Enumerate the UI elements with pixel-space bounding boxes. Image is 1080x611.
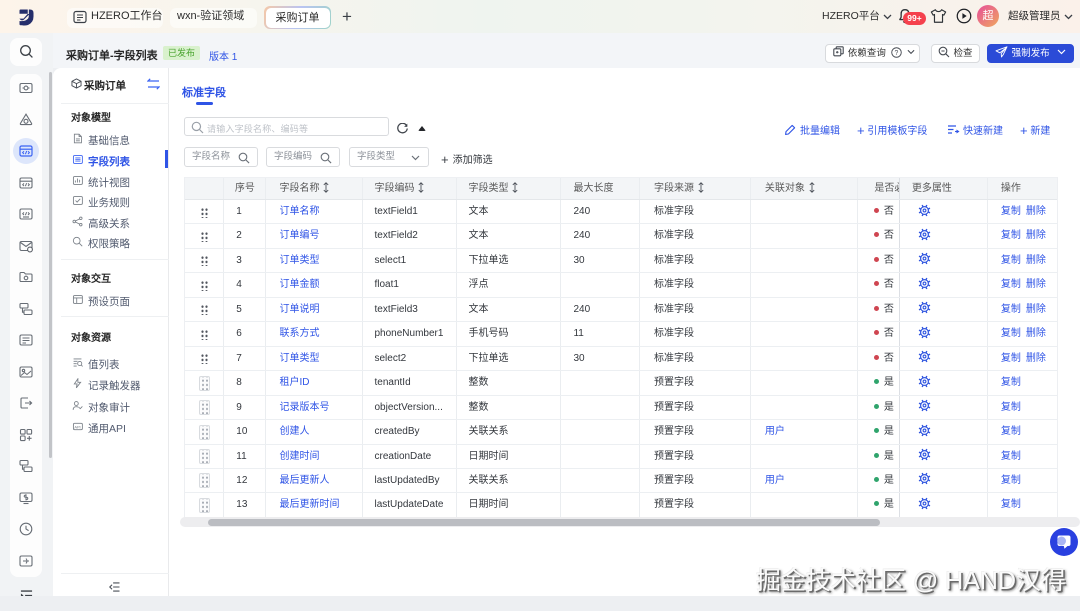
svg-text:API: API (74, 424, 80, 429)
svg-text:?: ? (894, 50, 898, 57)
